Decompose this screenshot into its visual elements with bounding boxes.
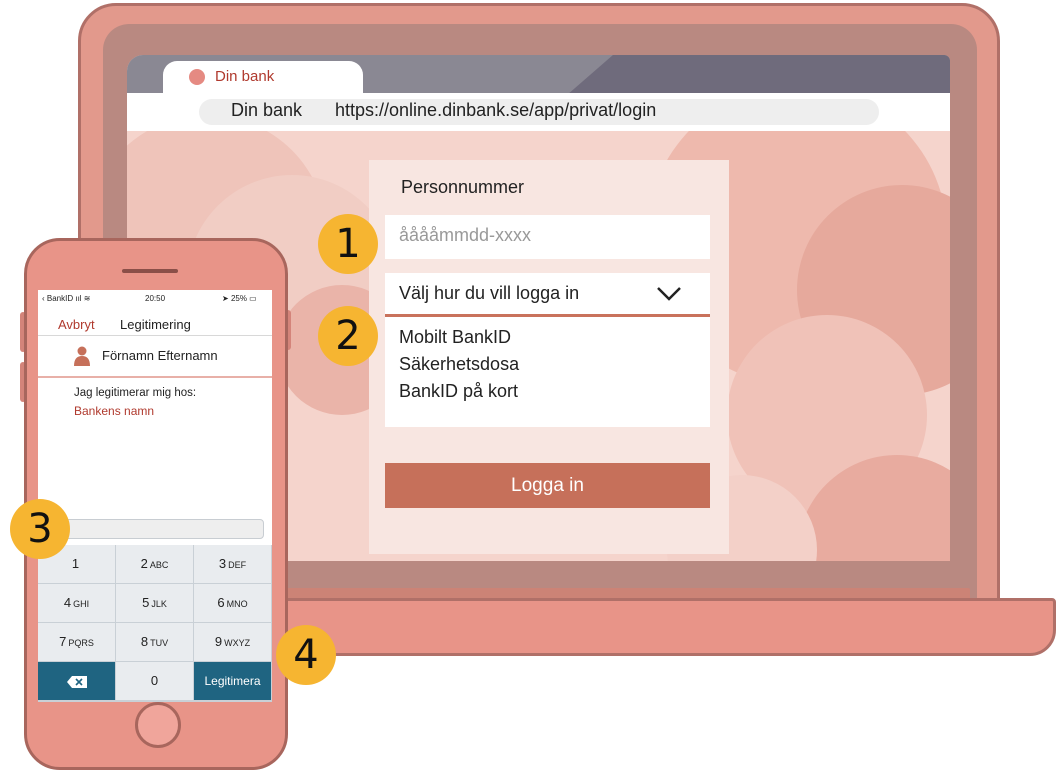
nav-title: Legitimering	[120, 317, 191, 332]
key-3[interactable]: 3 DEF	[194, 545, 271, 583]
home-button[interactable]	[135, 702, 181, 748]
menu-item-mobilt-bankid[interactable]: Mobilt BankID	[399, 327, 511, 348]
user-icon	[74, 346, 90, 366]
backspace-icon	[66, 675, 87, 688]
user-name: Förnamn Efternamn	[102, 348, 218, 363]
legitimera-button[interactable]: Legitimera	[194, 662, 271, 700]
identify-text: Jag legitimerar mig hos:	[74, 387, 197, 399]
key-9[interactable]: 9 WXYZ	[194, 623, 271, 661]
status-battery: ➤ 25% ▭	[222, 294, 257, 303]
personnummer-label: Personnummer	[401, 177, 525, 197]
phone-speaker	[122, 269, 178, 273]
tab-bar-shade	[567, 55, 950, 95]
divider	[38, 335, 272, 336]
address-site-name: Din bank	[231, 100, 303, 120]
divider	[38, 376, 272, 378]
bank-name: Bankens namn	[74, 404, 155, 418]
backspace-key[interactable]	[38, 662, 115, 700]
personnummer-placeholder: ååååmmdd-xxxx	[399, 225, 532, 245]
pin-input[interactable]	[48, 519, 264, 539]
step-badge-3: 3	[10, 499, 70, 559]
keypad: 1 2 ABC 3 DEF 4 GHI 5 JLK 6 MNO 7 PQRS 8 TUV 9W…	[38, 545, 272, 702]
status-time: 20:50	[145, 294, 166, 303]
step-badge-4: 4	[276, 625, 336, 685]
status-carrier: ‹ BankID ııl ≋	[42, 294, 91, 303]
key-5[interactable]: 5 JLK	[116, 584, 193, 622]
step-badge-2: 2	[318, 306, 378, 366]
key-0[interactable]: 0	[116, 662, 193, 700]
tab-title: Din bank	[215, 68, 275, 85]
key-4[interactable]: 4 GHI	[38, 584, 115, 622]
menu-item-sakerhetsdosa[interactable]: Säkerhetsdosa	[399, 354, 519, 375]
step-badge-1: 1	[318, 214, 378, 274]
phone-screen: ‹ BankID ııl ≋ 20:50 ➤ 25% ▭ Avbryt Legi…	[38, 290, 272, 702]
key-2[interactable]: 2 ABC	[116, 545, 193, 583]
key-6[interactable]: 6 MNO	[194, 584, 271, 622]
chevron-down-icon[interactable]	[655, 283, 683, 303]
login-method-select-label: Välj hur du vill logga in	[399, 283, 580, 303]
address-url[interactable]: https://online.dinbank.se/app/privat/log…	[335, 100, 656, 121]
menu-item-bankid-pa-kort[interactable]: BankID på kort	[399, 381, 518, 402]
key-8[interactable]: 8 TUV	[116, 623, 193, 661]
favicon-icon	[189, 69, 205, 85]
cancel-button[interactable]: Avbryt	[58, 317, 95, 332]
key-7[interactable]: 7 PQRS	[38, 623, 115, 661]
login-button[interactable]: Logga in	[385, 463, 710, 508]
